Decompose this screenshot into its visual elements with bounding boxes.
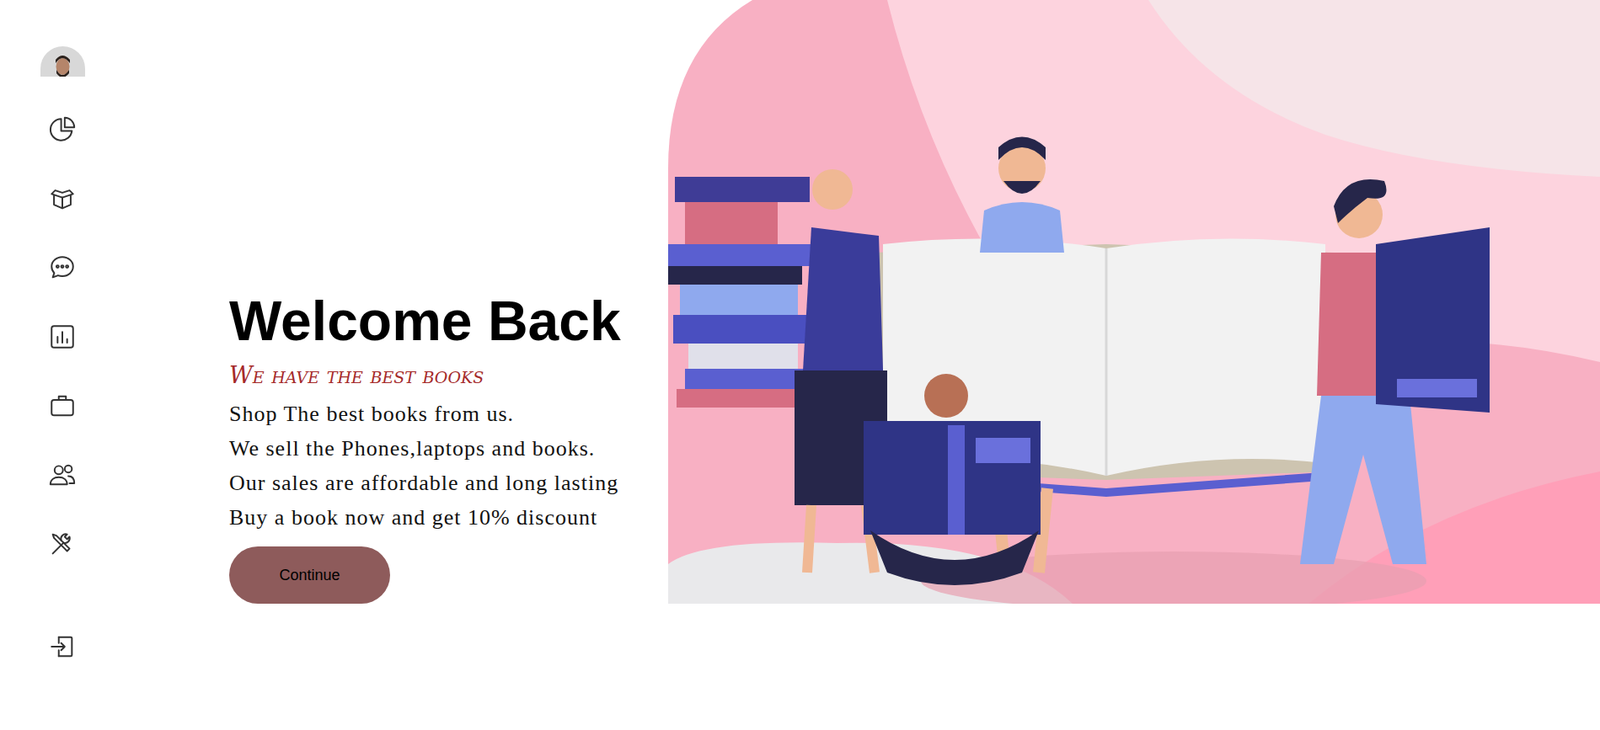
hero-text: Welcome Back We have the best books Shop T…: [124, 290, 669, 605]
tools-icon: [48, 529, 77, 559]
messages-nav[interactable]: [44, 250, 81, 286]
users-nav[interactable]: [44, 457, 81, 493]
settings-nav[interactable]: [44, 526, 81, 562]
chat-icon: [48, 253, 77, 283]
hero-line: We sell the Phones,laptops and books.: [229, 431, 595, 466]
hero-line: Shop The best books from us.: [229, 396, 514, 432]
jobs-nav[interactable]: [44, 388, 81, 424]
products-nav[interactable]: [44, 181, 81, 217]
pie-chart-icon: [48, 115, 77, 145]
reports-nav[interactable]: [44, 319, 81, 355]
avatar-icon: [40, 46, 86, 77]
box-icon: [48, 184, 77, 214]
reading-people-icon: [668, 0, 1600, 605]
main: Welcome Back We have the best books Shop T…: [124, 0, 1600, 605]
page: Welcome Back We have the best books Shop T…: [0, 0, 1600, 730]
continue-button[interactable]: Continue: [229, 546, 391, 605]
hero-illustration: [668, 0, 1600, 605]
briefcase-icon: [48, 391, 77, 421]
sidebar: [0, 0, 125, 730]
hero-line: Buy a book now and get 10% discount: [229, 500, 598, 536]
dashboard-nav[interactable]: [44, 112, 81, 148]
hero-subtitle: We have the best books: [229, 362, 484, 389]
avatar[interactable]: [40, 46, 86, 77]
bar-chart-icon: [48, 322, 77, 352]
users-icon: [48, 460, 77, 490]
logout-nav[interactable]: [44, 629, 81, 665]
logout-icon: [48, 632, 77, 662]
hero-line: Our sales are affordable and long lastin…: [229, 465, 619, 501]
hero-title: Welcome Back: [229, 290, 621, 353]
